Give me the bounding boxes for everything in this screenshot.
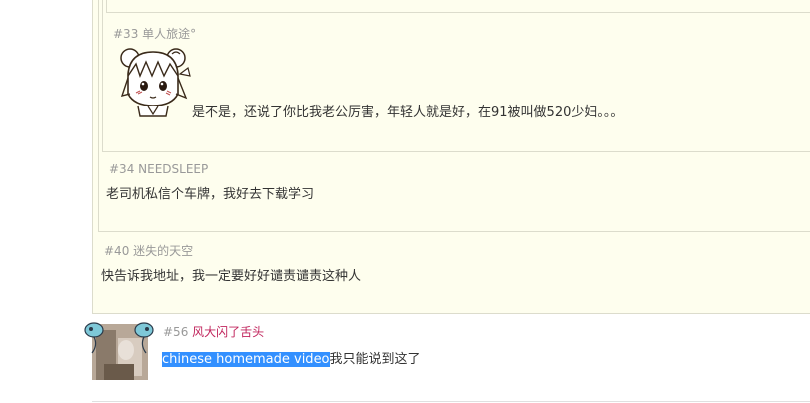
quote-33-author: #33 单人旅途° — [113, 27, 196, 41]
floor-number: #34 — [109, 162, 135, 176]
quote-40-author: #40 迷失的天空 — [104, 244, 193, 258]
reply-56-text: chinese homemade video我只能说到这了 — [162, 352, 421, 368]
reply-divider — [92, 401, 810, 402]
quote-box-33 — [102, 0, 810, 152]
quote-box-earlier — [106, 0, 810, 13]
username[interactable]: 单人旅途° — [142, 27, 196, 41]
comment-thread: #33 单人旅途° 是不是，还说了你比我老公厉害，年轻人就是好，在91被叫做52… — [0, 0, 810, 403]
username[interactable]: NEEDSLEEP — [138, 162, 208, 176]
quote-34-text: 老司机私信个车牌，我好去下载学习 — [106, 187, 315, 202]
cartoon-girl-emoticon — [120, 48, 191, 117]
quote-40-text: 快告诉我地址，我一定要好好谴责谴责这种人 — [101, 269, 362, 284]
floor-number: #33 — [113, 27, 139, 41]
username-link[interactable]: 风大闪了舌头 — [192, 325, 264, 339]
user-avatar[interactable] — [82, 320, 156, 380]
floor-number: #56 — [163, 325, 189, 339]
quote-34-author: #34 NEEDSLEEP — [109, 162, 208, 176]
selected-text[interactable]: chinese homemade video — [162, 352, 330, 367]
username[interactable]: 迷失的天空 — [133, 244, 193, 258]
quote-33-text: 是不是，还说了你比我老公厉害，年轻人就是好，在91被叫做520少妇。。。 — [192, 105, 624, 120]
reply-56-author: #56 风大闪了舌头 — [163, 325, 264, 339]
floor-number: #40 — [104, 244, 130, 258]
reply-text: 我只能说到这了 — [329, 352, 421, 367]
